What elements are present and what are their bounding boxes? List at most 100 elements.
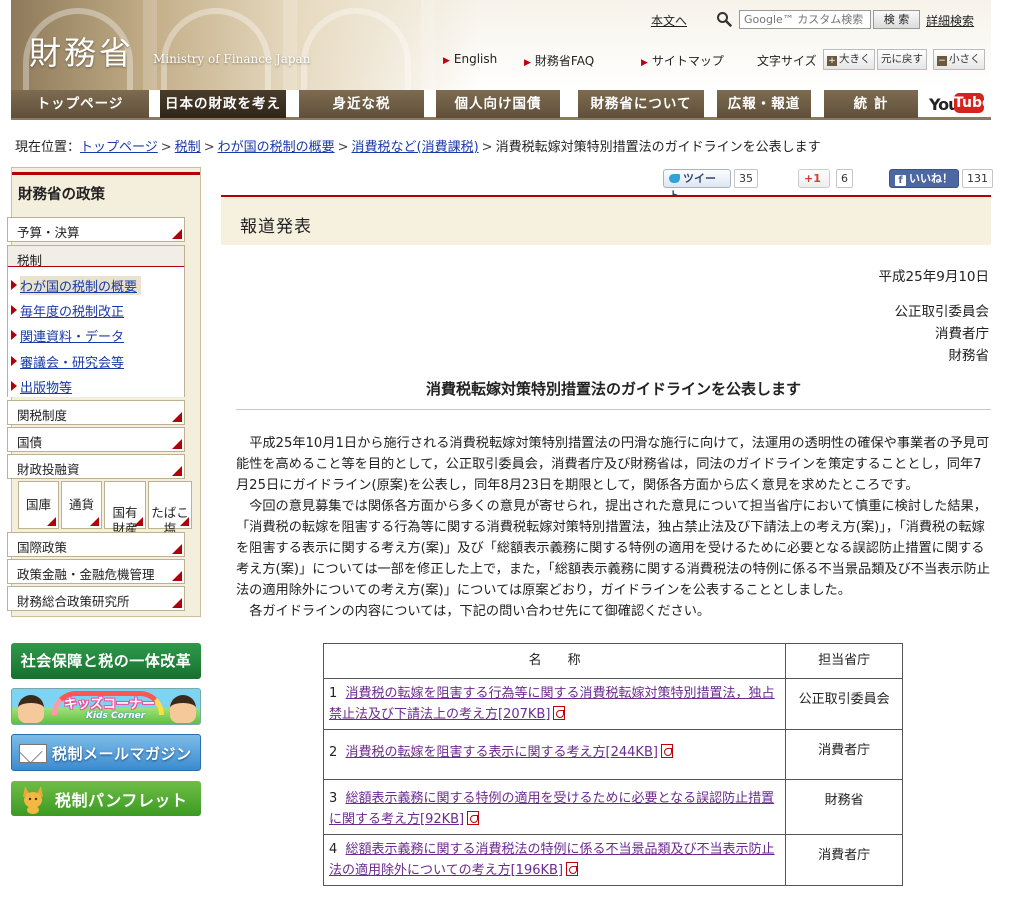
table-cell-agency: 消費者庁 xyxy=(785,834,903,886)
table-row: 2 消費税の転嫁を阻害する表示に関する考え方[244KB] 消費者庁 xyxy=(322,729,903,780)
corner-triangle-icon xyxy=(90,517,99,526)
article-body: 平成25年10月1日から施行される消費税転嫁対策特別措置法の円滑な施行に向けて，… xyxy=(236,433,991,622)
breadcrumb: 現在位置：トップページ > 税制 > わが国の税制の概要 > 消費税など(消費課税) > 消費税… xyxy=(15,140,821,155)
google-plus-button[interactable]: +1 xyxy=(798,169,830,188)
english-link[interactable]: ▶ English xyxy=(443,52,497,66)
corner-triangle-icon xyxy=(172,598,182,608)
pdf-icon xyxy=(566,862,579,876)
submenu-councils[interactable]: 審議会・研究会等 xyxy=(10,352,124,371)
guideline-link-4[interactable]: 総額表示義務に関する消費税法の特例に係る不当景品類及び不当表示防止法の適用除外に… xyxy=(329,842,775,878)
sidebar-item-tax[interactable]: 税制 xyxy=(7,245,185,269)
child-character-icon xyxy=(170,695,196,723)
sidebar-item-national-property[interactable]: 国有 財産 xyxy=(104,481,146,536)
table-header-row: 名 称 担当省庁 xyxy=(322,643,903,679)
site-logo[interactable]: 財務省 xyxy=(29,28,134,74)
banner-tax-mail-magazine[interactable]: 税制メールマガジン xyxy=(11,734,201,771)
banner-tax-pamphlet[interactable]: 税制パンフレット xyxy=(11,781,201,816)
nav-tab-tax[interactable]: 身近な税 xyxy=(299,90,424,118)
column-header-agency: 担当省庁 xyxy=(785,643,903,679)
submenu-annual-reform[interactable]: 毎年度の税制改正 xyxy=(10,301,124,320)
global-navigation: トップページ 日本の財政を考える 身近な税 個人向け国債 財務省について 広報・… xyxy=(11,90,992,140)
article-paragraph: 各ガイドラインの内容については，下記の問い合わせ先にて御確認ください。 xyxy=(249,604,711,619)
sidebar-title: 財務省の政策 xyxy=(12,168,200,208)
sidebar-item-research-institute[interactable]: 財務総合政策研究所 xyxy=(7,586,185,611)
youtube-logo[interactable]: You Tube xyxy=(929,92,992,116)
sidebar-item-bonds[interactable]: 国債 xyxy=(7,427,185,452)
twitter-bird-icon xyxy=(669,174,680,183)
nav-tab-top[interactable]: トップページ xyxy=(11,90,149,118)
table-row: 3 総額表示義務に関する特例の適用を受けるために必要となる誤認防止措置に関する考… xyxy=(322,779,903,835)
agency-caa: 消費者庁 xyxy=(935,326,989,342)
skip-to-content-link[interactable]: 本文へ xyxy=(651,12,687,29)
breadcrumb-item-top[interactable]: トップページ xyxy=(80,140,158,155)
facebook-like-button[interactable]: f いいね！ xyxy=(889,169,959,188)
child-character-icon xyxy=(18,695,44,723)
table-cell-name: 1 消費税の転嫁を阻害する行為等に関する消費税転嫁対策特別措置法，独占禁止法及び… xyxy=(322,678,787,730)
pdf-icon xyxy=(660,744,673,758)
corner-triangle-icon xyxy=(172,412,182,422)
corner-triangle-icon xyxy=(134,517,143,526)
breadcrumb-item-tax-overview[interactable]: わが国の税制の概要 xyxy=(218,140,335,155)
search-input[interactable] xyxy=(739,10,871,29)
faq-link[interactable]: ▶ 財務省FAQ xyxy=(524,52,594,69)
corner-triangle-icon xyxy=(172,439,182,449)
font-size-smaller-button[interactable]: − 小さく xyxy=(933,49,985,70)
tweet-count: 35 xyxy=(734,169,758,188)
corner-triangle-icon xyxy=(47,517,56,526)
breadcrumb-prefix: 現在位置： xyxy=(15,140,81,155)
banner-kids-corner[interactable]: キッズコーナー Kids Corner xyxy=(11,688,201,725)
sidebar-item-treasury[interactable]: 国庫 xyxy=(18,481,59,529)
breadcrumb-current: 消費税転嫁対策特別措置法のガイドラインを公表します xyxy=(495,140,821,155)
triangle-right-icon: ▶ xyxy=(443,56,450,66)
sidebar-item-budget[interactable]: 予算・決算 xyxy=(7,217,185,242)
guideline-link-3[interactable]: 総額表示義務に関する特例の適用を受けるために必要となる誤認防止措置に関する考え方… xyxy=(329,791,774,827)
envelope-icon xyxy=(19,744,47,763)
triangle-right-icon: ▶ xyxy=(641,58,648,68)
section-header: 報道発表 xyxy=(221,195,991,245)
agency-jftc: 公正取引委員会 xyxy=(894,304,990,320)
submenu-related-data[interactable]: 関連資料・データ xyxy=(10,326,124,345)
triangle-right-icon: ▶ xyxy=(524,58,531,68)
nav-tab-press[interactable]: 広報・報道 xyxy=(717,90,811,118)
tweet-button[interactable]: ツイート xyxy=(663,169,731,202)
banner-social-security-tax-reform[interactable]: 社会保障と税の一体改革 xyxy=(11,643,201,679)
article-date: 平成25年9月10日 xyxy=(878,269,989,285)
nav-tab-about[interactable]: 財務省について xyxy=(578,90,704,118)
search-icon xyxy=(717,12,732,27)
table-cell-agency: 消費者庁 xyxy=(785,729,903,780)
sitemap-link[interactable]: ▶ サイトマップ xyxy=(641,52,724,69)
plus-icon: + xyxy=(827,56,837,66)
sidebar-item-policy-finance[interactable]: 政策金融・金融危機管理 xyxy=(7,559,185,584)
corner-triangle-icon xyxy=(172,229,182,239)
search-button[interactable]: 検 索 xyxy=(873,10,920,29)
sidebar-item-currency[interactable]: 通貨 xyxy=(61,481,102,529)
section-title: 報道発表 xyxy=(240,217,312,237)
site-logo-english[interactable]: Ministry of Finance Japan xyxy=(153,52,310,66)
table-cell-name: 4 総額表示義務に関する消費税法の特例に係る不当景品類及び不当表示防止法の適用除… xyxy=(322,834,787,886)
advanced-search-link[interactable]: 詳細検索 xyxy=(926,12,974,29)
breadcrumb-item-consumption-tax[interactable]: 消費税など(消費課税) xyxy=(352,140,479,155)
submenu-tax-overview[interactable]: わが国の税制の概要 xyxy=(10,276,142,295)
nav-tab-statistics[interactable]: 統 計 xyxy=(824,90,918,118)
facebook-icon: f xyxy=(895,175,906,186)
submenu-publications[interactable]: 出版物等 xyxy=(10,377,72,396)
sidebar-item-customs[interactable]: 関税制度 xyxy=(7,400,185,425)
font-size-reset-button[interactable]: 元に戻す xyxy=(877,49,927,70)
corner-triangle-icon xyxy=(180,517,189,526)
minus-icon: − xyxy=(937,56,947,66)
breadcrumb-item-tax[interactable]: 税制 xyxy=(175,140,201,155)
font-size-larger-button[interactable]: + 大きく xyxy=(823,49,875,70)
guideline-link-2[interactable]: 消費税の転嫁を阻害する表示に関する考え方[244KB] xyxy=(346,745,658,760)
table-row: 1 消費税の転嫁を阻害する行為等に関する消費税転嫁対策特別措置法，独占禁止法及び… xyxy=(322,678,903,730)
article-paragraph: 平成25年10月1日から施行される消費税転嫁対策特別措置法の円滑な施行に向けて，… xyxy=(236,436,990,493)
google-plus-count: 6 xyxy=(836,169,853,188)
sidebar-item-tobacco-salt[interactable]: たばこ 塩 xyxy=(148,481,192,536)
sidebar-item-filp[interactable]: 財政投融資 xyxy=(7,454,185,479)
nav-tab-jgb[interactable]: 個人向け国債 xyxy=(436,90,560,118)
table-cell-agency: 公正取引委員会 xyxy=(785,678,903,730)
table-cell-name: 2 消費税の転嫁を阻害する表示に関する考え方[244KB] xyxy=(322,729,787,780)
facebook-like-count: 131 xyxy=(962,169,993,188)
sidebar-item-international[interactable]: 国際政策 xyxy=(7,532,185,557)
guideline-link-1[interactable]: 消費税の転嫁を阻害する行為等に関する消費税転嫁対策特別措置法，独占禁止法及び下請… xyxy=(329,686,775,722)
nav-tab-finance[interactable]: 日本の財政を考える xyxy=(160,90,286,140)
